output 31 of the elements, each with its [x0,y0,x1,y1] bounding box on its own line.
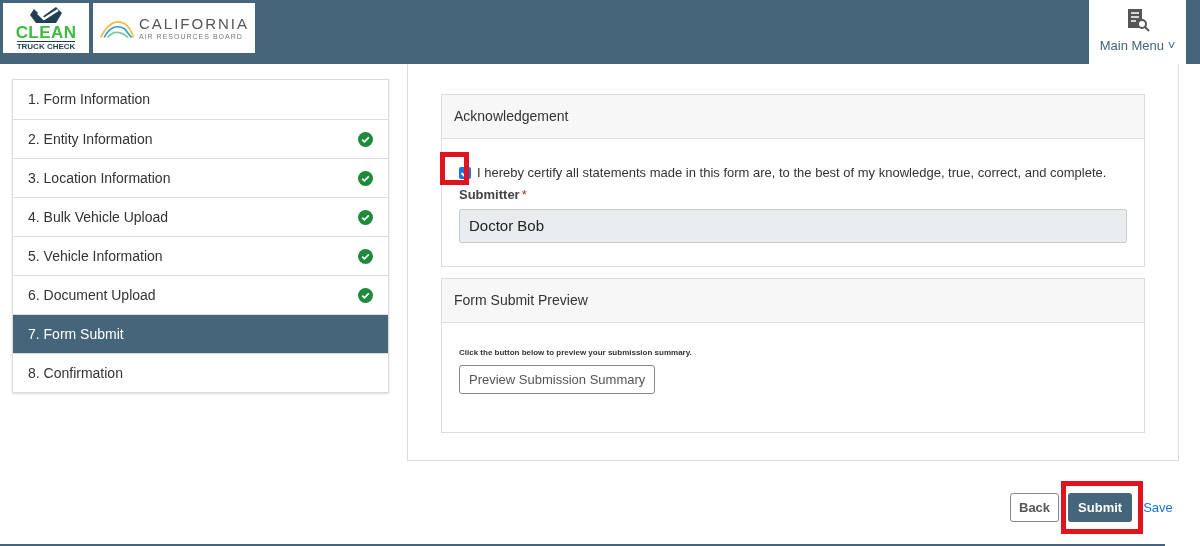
step-item[interactable]: 5. Vehicle Information [13,236,388,275]
submitter-label: Submitter [459,185,520,204]
check-circle-icon [358,248,373,264]
check-circle-icon [358,287,373,303]
step-item[interactable]: 7. Form Submit [13,314,388,353]
back-button[interactable]: Back [1010,493,1060,522]
document-search-icon [1125,8,1150,33]
save-link[interactable]: Save [1143,497,1173,518]
step-item[interactable]: 8. Confirmation [13,353,388,392]
check-shield-icon [28,7,64,25]
step-item[interactable]: 3. Location Information [13,158,388,197]
check-circle-icon [358,170,373,186]
check-circle-icon [358,131,373,147]
logo-text: CLEAN [15,25,77,41]
required-mark: * [521,185,527,204]
logo-text: CALIFORNIA [139,15,249,32]
step-item[interactable]: 4. Bulk Vehicle Upload [13,197,388,236]
preview-button[interactable]: Preview Submission Summary [459,365,656,394]
submit-button[interactable]: Submit [1068,493,1133,522]
certify-label: I hereby certify all statements made in this form are, to the best of my knowledge, true, correct, and complete. [477,164,1107,182]
submitter-field[interactable]: Doctor Bob [459,209,1127,243]
check-circle-icon [358,209,373,225]
hint-text: Click the button below to preview your submission summary. [459,347,693,359]
step-item[interactable]: 2. Entity Information [13,119,388,158]
step-item[interactable]: 6. Document Upload [13,275,388,314]
card-title: Acknowledgement [454,107,569,126]
certify-checkbox[interactable] [459,166,471,179]
logo-subtext: TRUCK CHECK [16,41,76,51]
main-menu-button[interactable]: Main Menu ˅ [1089,0,1186,64]
card-title: Form Submit Preview [454,291,588,310]
step-item[interactable]: 1. Form Information [13,80,388,119]
